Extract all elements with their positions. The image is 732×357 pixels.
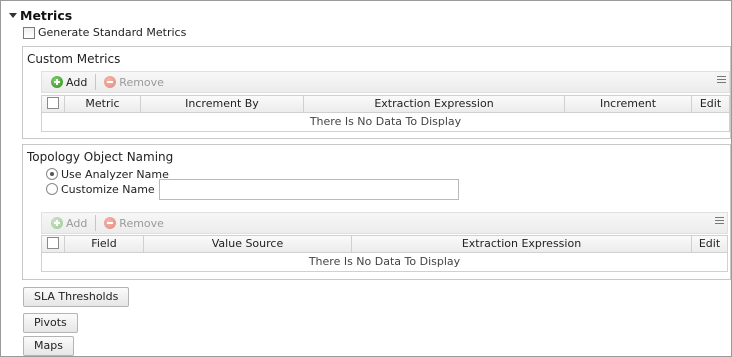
metrics-panel: Metrics Generate Standard Metrics Custom… bbox=[0, 0, 732, 357]
collapse-triangle-icon[interactable] bbox=[9, 12, 17, 18]
generate-standard-metrics-label: Generate Standard Metrics bbox=[38, 26, 187, 39]
column-header-edit[interactable]: Edit bbox=[692, 96, 729, 112]
sla-thresholds-button[interactable]: SLA Thresholds bbox=[23, 287, 130, 307]
generate-standard-metrics-row[interactable]: Generate Standard Metrics bbox=[23, 25, 186, 40]
column-header-value-source[interactable]: Value Source bbox=[144, 236, 352, 252]
custom-metrics-title: Custom Metrics bbox=[27, 52, 121, 66]
select-all-column[interactable] bbox=[42, 236, 65, 252]
custom-metrics-group: Custom Metrics Add Remove Metric Increme… bbox=[22, 46, 731, 139]
custom-metrics-remove-button[interactable]: Remove bbox=[102, 73, 166, 91]
customize-name-option[interactable]: Customize Name bbox=[46, 182, 155, 196]
use-analyzer-name-radio[interactable] bbox=[46, 168, 58, 180]
topology-grid: Field Value Source Extraction Expression… bbox=[41, 235, 728, 272]
section-title: Metrics bbox=[20, 7, 73, 23]
topology-toolbar: Add Remove bbox=[41, 212, 728, 234]
empty-grid-message: There Is No Data To Display bbox=[308, 255, 461, 268]
customize-name-radio[interactable] bbox=[46, 183, 58, 195]
maps-button[interactable]: Maps bbox=[23, 336, 74, 356]
column-header-increment-by[interactable]: Increment By bbox=[141, 96, 304, 112]
custom-metrics-grid: Metric Increment By Extraction Expressio… bbox=[41, 95, 730, 132]
select-all-checkbox[interactable] bbox=[47, 97, 59, 109]
remove-icon bbox=[104, 217, 117, 229]
empty-grid-message: There Is No Data To Display bbox=[309, 115, 462, 128]
use-analyzer-name-option[interactable]: Use Analyzer Name bbox=[46, 167, 169, 181]
custom-metrics-toolbar: Add Remove bbox=[41, 71, 730, 93]
toolbar-divider bbox=[95, 74, 97, 90]
column-header-metric[interactable]: Metric bbox=[65, 96, 141, 112]
add-label: Add bbox=[66, 75, 88, 89]
column-menu-icon[interactable] bbox=[717, 76, 726, 87]
column-menu-icon[interactable] bbox=[715, 217, 724, 228]
column-header-extraction-expression[interactable]: Extraction Expression bbox=[352, 236, 692, 252]
topology-remove-button[interactable]: Remove bbox=[102, 214, 166, 232]
topology-add-button[interactable]: Add bbox=[49, 214, 89, 232]
column-header-extraction-expression[interactable]: Extraction Expression bbox=[304, 96, 565, 112]
remove-icon bbox=[104, 76, 117, 88]
add-icon bbox=[51, 76, 63, 88]
select-all-checkbox[interactable] bbox=[47, 237, 59, 249]
remove-label: Remove bbox=[119, 75, 164, 89]
select-all-column[interactable] bbox=[42, 96, 65, 112]
customize-name-input[interactable] bbox=[159, 179, 459, 200]
topology-naming-title: Topology Object Naming bbox=[27, 150, 174, 164]
column-header-field[interactable]: Field bbox=[65, 236, 144, 252]
use-analyzer-name-label: Use Analyzer Name bbox=[61, 167, 169, 181]
column-header-increment[interactable]: Increment bbox=[565, 96, 692, 112]
add-label: Add bbox=[66, 216, 88, 230]
generate-standard-metrics-checkbox[interactable] bbox=[23, 26, 35, 39]
metrics-section-header[interactable]: Metrics bbox=[9, 7, 72, 23]
pivots-button[interactable]: Pivots bbox=[23, 313, 78, 333]
customize-name-label: Customize Name bbox=[61, 182, 155, 196]
custom-metrics-add-button[interactable]: Add bbox=[49, 73, 89, 91]
toolbar-divider bbox=[95, 215, 97, 231]
remove-label: Remove bbox=[119, 216, 164, 230]
column-header-edit[interactable]: Edit bbox=[692, 236, 727, 252]
add-icon bbox=[51, 217, 63, 229]
custom-metrics-grid-header: Metric Increment By Extraction Expressio… bbox=[42, 96, 729, 113]
topology-grid-header: Field Value Source Extraction Expression… bbox=[42, 236, 727, 253]
